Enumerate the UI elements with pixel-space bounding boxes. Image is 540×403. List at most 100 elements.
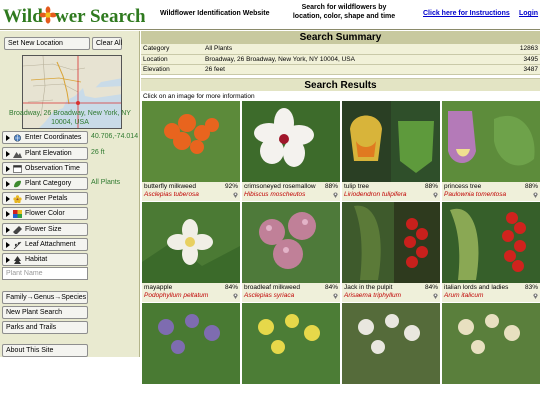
plant-elevation-value: 26 ft [91, 149, 105, 156]
result-card[interactable]: Jack in the pulpit 84% Arisaema triphyllum [342, 202, 440, 302]
flower-petals-button[interactable]: Flower Petals [2, 192, 88, 205]
results-hint: Click on an image for more information [143, 93, 255, 100]
flower-size-label: Flower Size [25, 226, 62, 233]
match-percent: 84% [224, 284, 238, 291]
expand-arrow-icon [6, 166, 10, 172]
clear-all-button[interactable]: Clear All [92, 37, 122, 50]
about-site-button[interactable]: About This Site [2, 344, 88, 357]
result-caption: butterfly milkweed 92% Asclepias tuberosa [142, 182, 240, 201]
result-caption: italian lords and ladies 83% Arum italicum [442, 283, 540, 302]
observation-time-label: Observation Time [25, 165, 80, 172]
result-card[interactable] [142, 303, 240, 403]
plant-category-button[interactable]: Plant Category [2, 177, 88, 190]
plant-photo[interactable] [142, 202, 240, 283]
map-pin-icon[interactable] [333, 293, 338, 299]
map-pin-icon[interactable] [533, 293, 538, 299]
set-location-button[interactable]: Set New Location [4, 37, 90, 50]
map-pin-icon[interactable] [233, 293, 238, 299]
search-results-title: Search Results [141, 78, 540, 91]
plant-photo[interactable] [142, 101, 240, 182]
result-card[interactable]: italian lords and ladies 83% Arum italicum [442, 202, 540, 302]
result-card[interactable]: broadleaf milkweed 84% Asclepias syriaca [242, 202, 340, 302]
svg-text:Wild: Wild [3, 6, 43, 27]
map-pin-icon[interactable] [333, 192, 338, 198]
summary-count: 3495 [500, 54, 540, 65]
param-row-plant-category: Plant Category All Plants [2, 177, 138, 191]
plant-photo[interactable] [342, 303, 440, 384]
observation-time-button[interactable]: Observation Time [2, 162, 88, 175]
param-row-flower-color: Flower Color [2, 207, 138, 221]
common-name: princess tree [444, 183, 482, 190]
parks-and-trails-button[interactable]: Parks and Trails [2, 321, 88, 334]
summary-key: Location [141, 54, 203, 65]
enter-coordinates-button[interactable]: Enter Coordinates [2, 131, 88, 144]
summary-value: All Plants [203, 44, 500, 55]
plant-photo[interactable] [442, 202, 540, 283]
summary-key: Elevation [141, 64, 203, 75]
flower-size-button[interactable]: Flower Size [2, 223, 88, 236]
result-caption: Jack in the pulpit 84% Arisaema triphyllum [342, 283, 440, 302]
leaf-attachment-label: Leaf Attachment [25, 241, 76, 248]
summary-count: 12863 [500, 44, 540, 55]
plant-elevation-button[interactable]: Plant Elevation [2, 147, 88, 160]
habitat-button[interactable]: Habitat [2, 253, 88, 266]
match-percent: 92% [224, 183, 238, 190]
scientific-name: Liriodendron tulipifera [344, 191, 407, 198]
plant-photo[interactable] [242, 202, 340, 283]
result-card[interactable]: mayapple 84% Podophyllum peltatum [142, 202, 240, 302]
map-pin-icon[interactable] [433, 293, 438, 299]
match-percent: 84% [324, 284, 338, 291]
match-percent: 84% [424, 284, 438, 291]
scientific-name: Arisaema triphyllum [344, 292, 402, 299]
expand-arrow-icon [6, 181, 10, 187]
plant-category-label: Plant Category [25, 180, 72, 187]
scientific-name: Hibiscus moscheutos [244, 191, 306, 198]
login-link[interactable]: Login [519, 10, 538, 17]
new-plant-search-button[interactable]: New Plant Search [2, 306, 88, 319]
expand-arrow-icon [6, 196, 10, 202]
map-pin-icon[interactable] [533, 192, 538, 198]
result-caption: tulip tree 88% Liriodendron tulipifera [342, 182, 440, 201]
expand-arrow-icon [6, 151, 10, 157]
scientific-name: Asclepias syriaca [244, 292, 295, 299]
map-pin-icon[interactable] [233, 192, 238, 198]
leaf-attachment-button[interactable]: Leaf Attachment [2, 238, 88, 251]
param-row-leaf-attachment: Leaf Attachment [2, 238, 138, 252]
enter-coordinates-value: 40.706,-74.014 [91, 133, 139, 140]
result-caption: crimsoneyed rosemallow 88% Hibiscus mosche… [242, 182, 340, 201]
flower-color-button[interactable]: Flower Color [2, 207, 88, 220]
scientific-name: Podophyllum peltatum [144, 292, 209, 299]
result-card[interactable] [442, 303, 540, 403]
site-logo[interactable]: Wild wer Search [3, 3, 145, 27]
param-row-flower-size: Flower Size [2, 223, 138, 237]
plant-photo[interactable] [242, 303, 340, 384]
expand-arrow-icon [6, 257, 10, 263]
ruler-icon [13, 226, 22, 235]
map-pin-icon[interactable] [433, 192, 438, 198]
plant-photo[interactable] [342, 101, 440, 182]
instructions-link[interactable]: Click here for Instructions [423, 10, 510, 17]
plant-photo[interactable] [442, 303, 540, 384]
plant-name-input[interactable] [2, 267, 88, 280]
plant-photo[interactable] [442, 101, 540, 182]
search-summary-title: Search Summary [141, 31, 540, 44]
param-row-observation-time: Observation Time [2, 162, 138, 176]
site-header: Wild wer Search Wildflower Identificatio… [0, 0, 540, 30]
summary-row: Location Broadway, 26 Broadway, New York,… [141, 54, 540, 65]
result-card[interactable]: tulip tree 88% Liriodendron tulipifera [342, 101, 440, 201]
common-name: crimsoneyed rosemallow [244, 183, 316, 190]
plant-elevation-label: Plant Elevation [25, 150, 72, 157]
result-card[interactable] [342, 303, 440, 403]
plant-photo[interactable] [242, 101, 340, 182]
param-row-plant-elevation: Plant Elevation 26 ft [2, 147, 138, 161]
plant-photo[interactable] [342, 202, 440, 283]
family-genus-species-button[interactable]: Family→Genus→Species [2, 291, 88, 304]
result-card[interactable]: butterfly milkweed 92% Asclepias tuberosa [142, 101, 240, 201]
result-card[interactable] [242, 303, 340, 403]
scientific-name: Paulownia tomentosa [444, 191, 507, 198]
common-name: broadleaf milkweed [244, 284, 301, 291]
result-card[interactable]: crimsoneyed rosemallow 88% Hibiscus mosche… [242, 101, 340, 201]
result-caption: princess tree 88% Paulownia tomentosa [442, 182, 540, 201]
plant-photo[interactable] [142, 303, 240, 384]
result-card[interactable]: princess tree 88% Paulownia tomentosa [442, 101, 540, 201]
